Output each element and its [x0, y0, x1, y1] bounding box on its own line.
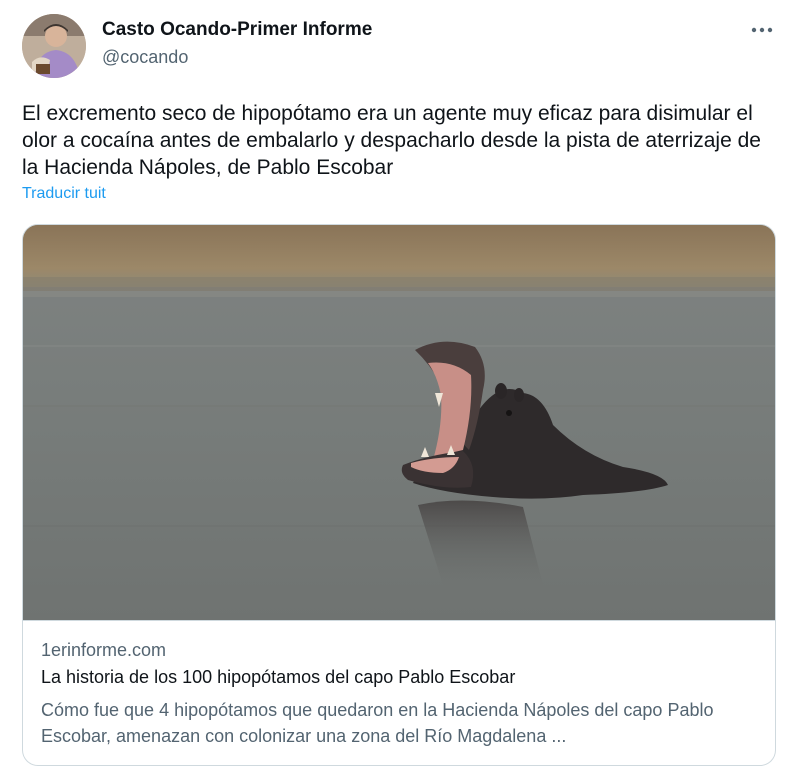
card-divider: [23, 620, 775, 621]
author-handle[interactable]: @cocando: [102, 47, 188, 68]
card-title[interactable]: La historia de los 100 hipopótamos del c…: [41, 667, 515, 688]
translate-tweet-link[interactable]: Traducir tuit: [22, 185, 106, 203]
tweet: Casto Ocando-Primer Informe @cocando El …: [0, 0, 800, 777]
card-description: Cómo fue que 4 hipopótamos que quedaron …: [41, 700, 714, 746]
author-name[interactable]: Casto Ocando-Primer Informe: [102, 19, 372, 41]
more-options-button[interactable]: [746, 16, 778, 44]
more-horizontal-icon: [751, 27, 773, 33]
link-preview-card[interactable]: 1erinforme.com La historia de los 100 hi…: [22, 224, 776, 766]
avatar[interactable]: [22, 14, 86, 78]
card-domain: 1erinforme.com: [41, 640, 167, 660]
card-image[interactable]: [23, 225, 775, 620]
tweet-text: El excremento seco de hipopótamo era un …: [22, 102, 761, 179]
